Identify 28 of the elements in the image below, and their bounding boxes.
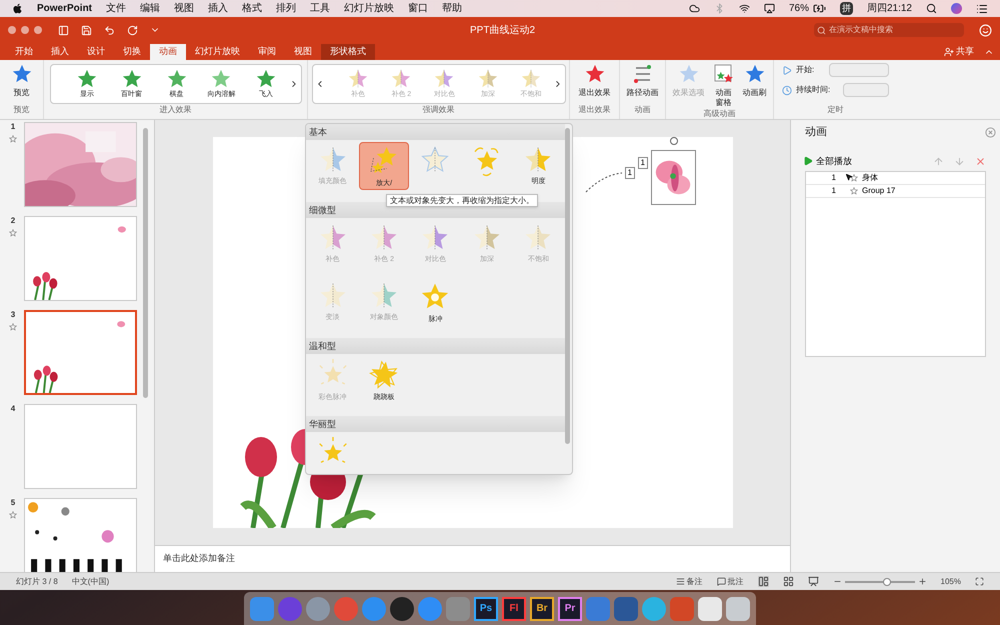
search-placeholder: 在演示文稿中搜索 [829,24,893,36]
group-label: 高级动画 [704,108,736,120]
slide-number: 1 [10,122,16,132]
pane-title: 动画 [805,125,827,140]
section-header: 华丽型 [306,416,565,432]
zoom-percent: 105% [940,576,961,588]
slide-number: 2 [10,216,16,226]
window-title: PPT曲线运动2 [470,24,536,38]
section-header: 温和型 [306,338,565,354]
item-name: 身体 [862,172,878,184]
group-label: 动画 [634,104,650,116]
group-label: 强调效果 [422,104,454,116]
field-label: 开始: [796,64,816,76]
section-header: 基本 [306,124,565,140]
order-number: 1 [830,185,836,197]
field-label: 持续时间: [796,84,832,96]
slide-number: 3 [10,310,16,320]
item-name: Group 17 [862,185,896,197]
tooltip: 文本或对象先变大，再收缩为指定大小。 [386,194,538,207]
group-label: 预览 [14,104,30,116]
group-label: 退出效果 [578,104,610,116]
battery-percent: 76% [788,2,809,16]
slide-number: 5 [10,498,16,508]
group-label: 定时 [826,104,844,116]
slide-counter: 幻灯片 3 / 8 [16,576,58,588]
group-label: 进入效果 [160,104,192,116]
order-number: 1 [830,172,836,184]
slide-number: 4 [10,404,16,414]
